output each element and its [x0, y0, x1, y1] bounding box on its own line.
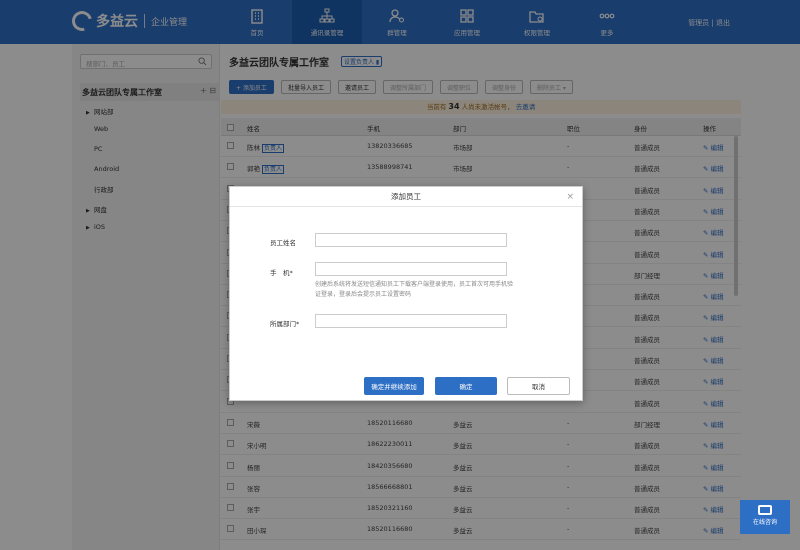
- cancel-button[interactable]: 取消: [507, 377, 570, 395]
- phone-field[interactable]: [315, 262, 507, 276]
- phone-hint: 创建后系统将发送短信通知员工下载客户端登录使用，员工首次可用手机验证登录，登录后…: [315, 281, 514, 298]
- dept-label: 所属部门*: [270, 320, 300, 328]
- confirm-continue-button[interactable]: 确定并继续添加: [364, 377, 424, 395]
- dept-field[interactable]: [315, 314, 507, 328]
- phone-label: 手 机*: [270, 269, 293, 277]
- add-employee-dialog: 添加员工 × 员工姓名 手 机* 创建后系统将发送短信通知员工下载客户端登录使用…: [229, 186, 583, 401]
- dialog-title: 添加员工: [391, 192, 421, 201]
- dialog-header: 添加员工 ×: [230, 187, 582, 207]
- online-chat-button[interactable]: 在线咨询: [740, 500, 790, 534]
- chat-bubble-icon: [758, 505, 772, 515]
- confirm-button[interactable]: 确定: [435, 377, 497, 395]
- name-field[interactable]: [315, 233, 507, 247]
- chat-label: 在线咨询: [752, 519, 777, 526]
- name-label: 员工姓名: [270, 239, 296, 247]
- close-icon[interactable]: ×: [566, 187, 574, 207]
